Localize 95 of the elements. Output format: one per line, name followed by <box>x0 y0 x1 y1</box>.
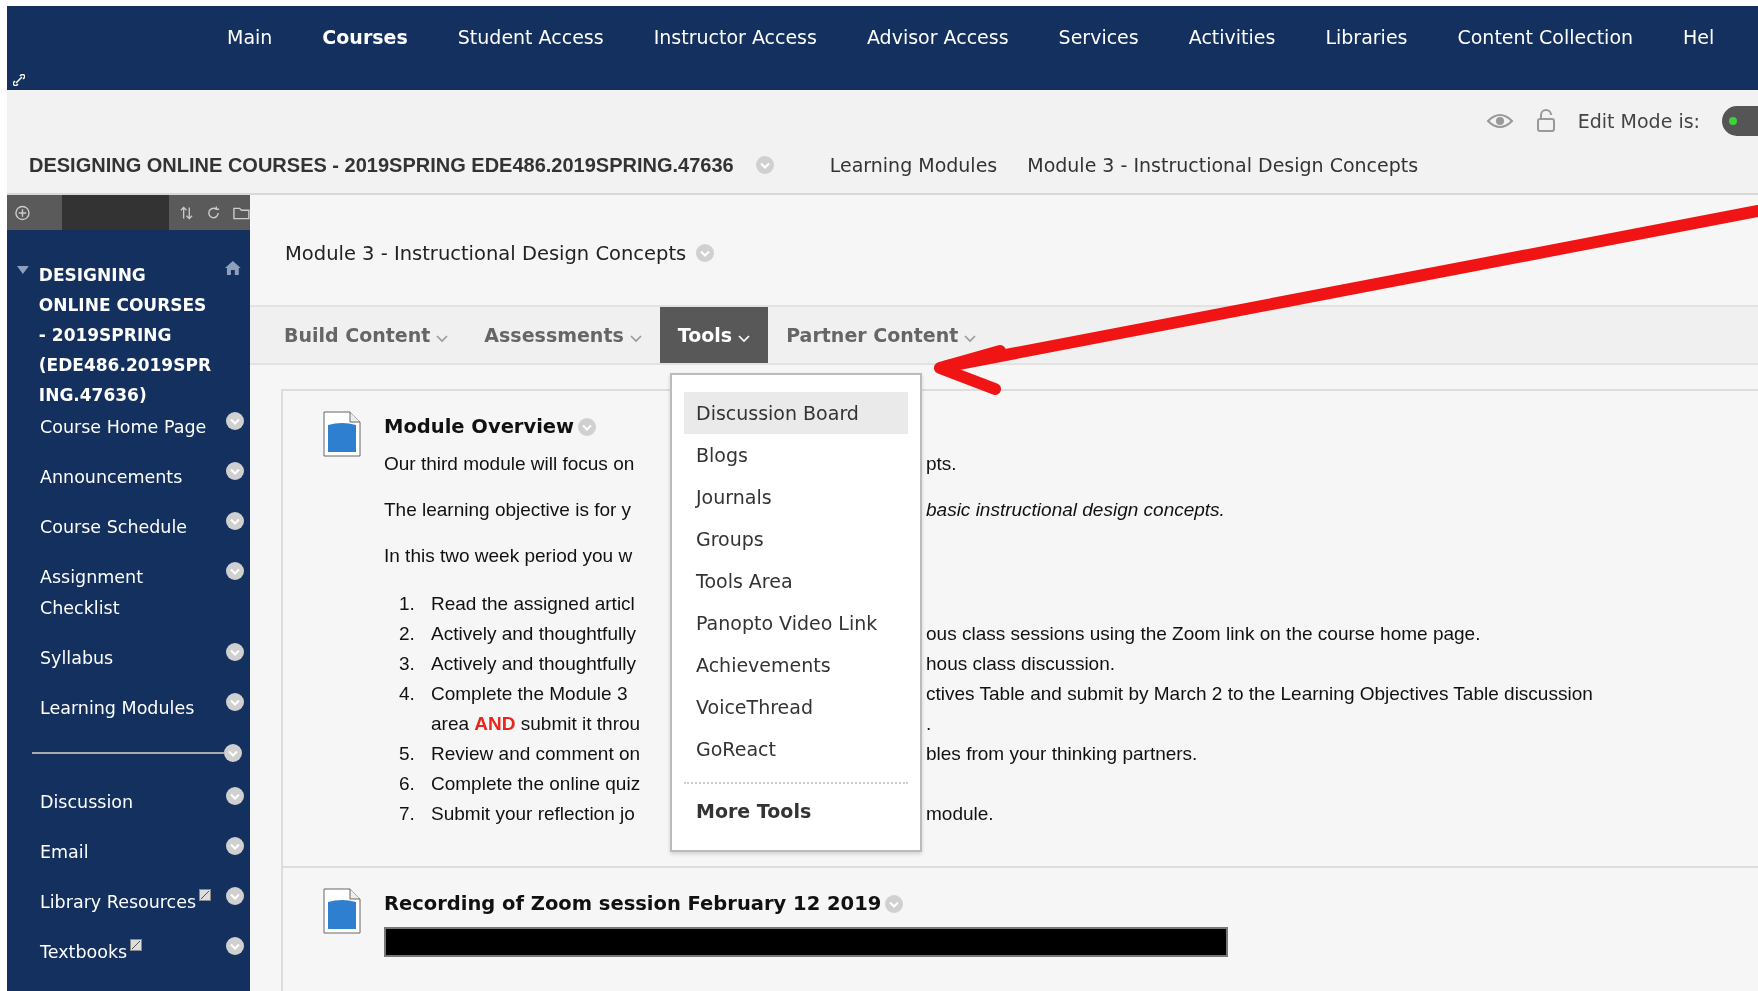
list-item-text: Review and comment on <box>431 742 642 766</box>
list-item-text: Submit your reflection jo <box>431 802 636 826</box>
caret-icon <box>738 335 751 343</box>
chevron-menu-icon[interactable] <box>226 693 244 711</box>
action-menu-tab[interactable]: Assessments <box>466 307 660 363</box>
document-icon <box>323 888 361 934</box>
nav-tab[interactable]: Advisor Access <box>841 26 1034 48</box>
action-menu-tab[interactable]: Tools <box>659 307 769 363</box>
nav-tab[interactable]: Main <box>202 26 298 48</box>
action-menu-tab[interactable]: Build Content <box>266 307 467 363</box>
nav-tab[interactable]: Services <box>1033 26 1164 48</box>
paragraph-text: The learning objective is for y <box>384 498 633 522</box>
action-menu-tab[interactable]: Partner Content <box>768 307 995 363</box>
list-item-text: Complete the online quiz <box>431 772 642 796</box>
refresh-icon[interactable] <box>206 204 222 221</box>
chevron-menu-icon[interactable] <box>226 787 244 805</box>
list-number: 1. <box>398 592 416 616</box>
list-item-text: Read the assigned articl <box>431 592 636 616</box>
nav-tab[interactable]: Activities <box>1163 26 1301 48</box>
page-title: Module 3 - Instructional Design Concepts <box>285 241 687 265</box>
list-item-text: ous class sessions using the Zoom link on the course home page. <box>926 622 1481 646</box>
breadcrumb-link[interactable]: Learning Modules <box>829 154 998 176</box>
course-title: DESIGNING ONLINE COURSES - 2019SPRING EDE486.2019SPRING.47636 <box>29 153 734 177</box>
list-number: 4. <box>398 682 416 706</box>
menu-item[interactable]: GoReact <box>684 728 908 770</box>
course-menu-item[interactable]: Course Home Page <box>7 412 250 443</box>
home-icon[interactable] <box>224 260 242 276</box>
menu-item[interactable]: Journals <box>684 476 908 518</box>
menu-item[interactable]: Achievements <box>684 644 908 686</box>
edit-mode-toggle[interactable] <box>1722 106 1758 136</box>
video-placeholder[interactable] <box>384 927 1228 957</box>
chevron-menu-icon[interactable] <box>226 562 244 580</box>
chevron-menu-icon[interactable] <box>226 887 244 905</box>
link-icon[interactable] <box>13 74 25 86</box>
menu-item[interactable]: Blogs <box>684 434 908 476</box>
course-menu-item[interactable]: Assignment Checklist <box>7 562 250 624</box>
paragraph-text: pts. <box>926 452 957 476</box>
chevron-menu-icon[interactable] <box>226 462 244 480</box>
list-item-text: hous class discussion. <box>926 652 1116 676</box>
paragraph-text: basic instructional design concepts. <box>926 498 1225 522</box>
menu-item[interactable]: VoiceThread <box>684 686 908 728</box>
list-number: 6. <box>398 772 416 796</box>
list-item-text: bles from your thinking partners. <box>926 742 1198 766</box>
chevron-menu-icon[interactable] <box>226 643 244 661</box>
caret-icon <box>964 335 977 343</box>
nav-tab[interactable]: Content Collection <box>1432 26 1659 48</box>
list-item-text: Actively and thoughtfully <box>431 622 637 646</box>
content-item-title[interactable]: Module Overview <box>384 415 575 438</box>
caret-icon <box>629 335 642 343</box>
more-tools-link[interactable]: More Tools <box>684 790 908 832</box>
list-number: 7. <box>398 802 416 826</box>
nav-tab[interactable]: Instructor Access <box>628 26 842 48</box>
lock-icon[interactable] <box>1535 109 1556 133</box>
list-item-text: ctives Table and submit by March 2 to the Learning Objectives Table discussion <box>926 682 1593 706</box>
list-item-text: Actively and thoughtfully <box>431 652 637 676</box>
chevron-menu-icon[interactable] <box>226 412 244 430</box>
course-menu-item[interactable]: Textbooks <box>7 937 250 968</box>
course-menu-title: DESIGNING ONLINE COURSES - 2019SPRING (EDE486.2019SPRING.47636) <box>38 264 212 407</box>
course-menu-item[interactable]: Learning Modules <box>7 693 250 724</box>
chevron-menu-icon[interactable] <box>224 744 242 762</box>
course-menu-item[interactable]: Email <box>7 837 250 868</box>
list-number: 2. <box>398 622 416 646</box>
chevron-menu-icon[interactable] <box>226 937 244 955</box>
sort-icon[interactable] <box>179 204 195 221</box>
collapse-triangle-icon[interactable] <box>17 266 29 274</box>
paragraph-text: In this two week period you w <box>384 544 634 568</box>
breadcrumb-link[interactable]: Module 3 - Instructional Design Concepts <box>1027 154 1419 176</box>
edit-mode-label: Edit Mode is: <box>1577 110 1700 132</box>
caret-icon <box>436 335 449 343</box>
course-menu-item[interactable]: Announcements <box>7 462 250 493</box>
document-icon <box>323 411 361 457</box>
menu-item[interactable]: Panopto Video Link <box>684 602 908 644</box>
course-menu-item[interactable]: Syllabus <box>7 643 250 674</box>
list-item-text: Complete the Module 3 <box>431 682 629 706</box>
nav-tab[interactable]: Libraries <box>1300 26 1433 48</box>
menu-item[interactable]: Tools Area <box>684 560 908 602</box>
course-menu-item[interactable]: Course Schedule <box>7 512 250 543</box>
menu-item[interactable]: Discussion Board <box>684 392 908 434</box>
course-menu-item[interactable]: Library Resources <box>7 887 250 918</box>
list-number: 3. <box>398 652 416 676</box>
course-menu-item[interactable]: Discussion <box>7 787 250 818</box>
content-item-title[interactable]: Recording of Zoom session February 12 2019 <box>384 892 882 915</box>
eye-icon[interactable] <box>1485 112 1514 130</box>
list-item-text: area AND submit it throu <box>431 712 642 736</box>
list-item-text: . <box>926 712 932 736</box>
nav-tab[interactable]: Hel <box>1658 26 1740 48</box>
menu-item[interactable]: Groups <box>684 518 908 560</box>
chevron-menu-icon[interactable] <box>226 837 244 855</box>
nav-tab[interactable]: Student Access <box>432 26 629 48</box>
paragraph-text: Our third module will focus on <box>384 452 636 476</box>
nav-tab[interactable]: Courses <box>297 26 433 48</box>
add-icon[interactable] <box>15 204 30 221</box>
list-number: 5. <box>398 742 416 766</box>
chevron-menu-icon[interactable] <box>226 512 244 530</box>
list-item-text: module. <box>926 802 994 826</box>
